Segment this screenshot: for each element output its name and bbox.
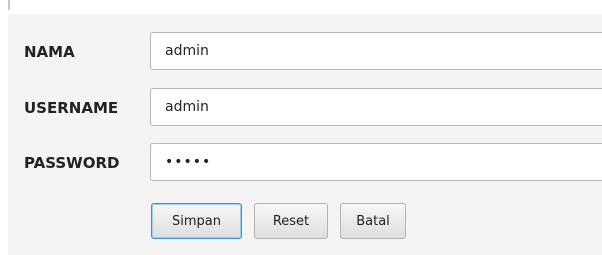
password-label: PASSWORD — [24, 154, 120, 172]
nama-row: NAMA — [8, 32, 602, 72]
window-edge-marker — [8, 0, 10, 10]
user-form-panel: NAMA USERNAME PASSWORD Simpan Reset Bata… — [8, 14, 602, 255]
password-input[interactable] — [150, 143, 602, 181]
username-input[interactable] — [150, 88, 602, 126]
simpan-button[interactable]: Simpan — [151, 203, 242, 239]
username-label: USERNAME — [24, 99, 119, 117]
username-row: USERNAME — [8, 88, 602, 128]
nama-label: NAMA — [24, 43, 75, 61]
reset-button[interactable]: Reset — [254, 203, 328, 239]
nama-input[interactable] — [150, 32, 602, 70]
batal-button[interactable]: Batal — [340, 203, 406, 239]
password-row: PASSWORD — [8, 143, 602, 183]
button-row: Simpan Reset Batal — [8, 203, 602, 241]
